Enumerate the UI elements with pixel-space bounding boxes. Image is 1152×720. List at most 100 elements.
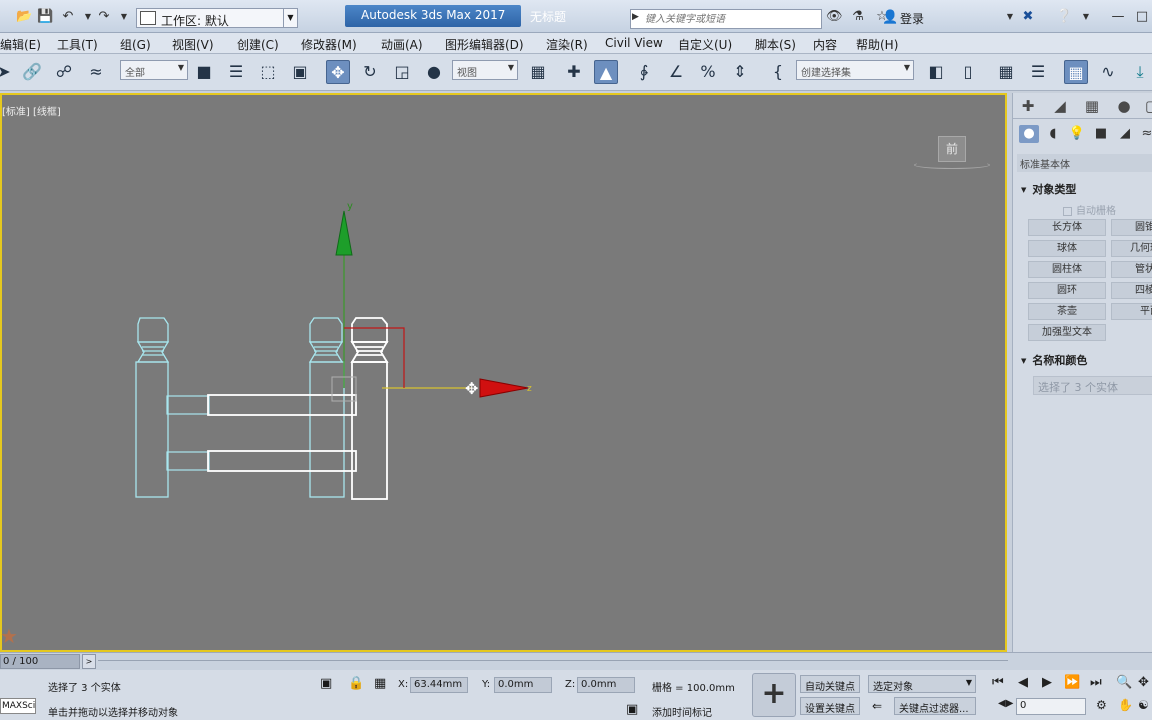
schematic-view-icon[interactable]: ⤓ [1128,60,1152,84]
undo-icon[interactable]: ↶ [60,9,76,25]
autogrid-checkbox[interactable]: 自动栅格 [1063,202,1116,217]
left-post[interactable] [135,317,170,498]
selection-lock-icon[interactable]: 🔒 [348,676,364,691]
front-viewport[interactable]: [标准] [线框] 前 y z ✥ [0,93,1007,652]
bind-space-warp-icon[interactable]: ≈ [84,60,108,84]
menu-scripting[interactable]: 脚本(S) [755,36,796,53]
lower-rail[interactable] [166,450,357,472]
move-gizmo[interactable]: y z ✥ [331,201,532,402]
select-manipulate-icon[interactable]: ✚ [562,60,586,84]
set-key-big-button[interactable]: + [752,673,796,717]
menu-edit[interactable]: 编辑(E) [0,36,41,53]
menu-civil-view[interactable]: Civil View [605,36,663,50]
geometry-category-icon[interactable]: ● [1019,125,1039,143]
plane-button[interactable]: 平面 [1111,303,1152,320]
modify-tab-icon[interactable]: ◢ [1049,96,1071,116]
rectangular-selection-icon[interactable]: ⬚ [256,60,280,84]
place-icon[interactable]: ● [422,60,446,84]
pan-view-icon[interactable]: ✋ [1118,698,1133,712]
primitive-type-dropdown[interactable]: 标准基本体 [1017,154,1152,172]
absolute-mode-icon[interactable]: ▦ [374,676,386,691]
upper-rail[interactable] [166,394,357,416]
redo-icon[interactable]: ↷ [96,9,112,25]
login-button[interactable]: 登录 [900,10,924,27]
edit-named-selection-icon[interactable]: { [766,60,790,84]
selected-objects-dropdown[interactable]: 选定对象 ▼ [868,675,976,693]
menu-group[interactable]: 组(G) [120,36,151,53]
pyramid-button[interactable]: 四棱锥 [1111,282,1152,299]
auto-key-button[interactable]: 自动关键点 [800,675,860,693]
login-dropdown-icon[interactable]: ▼ [1002,9,1018,25]
hierarchy-tab-icon[interactable]: ▦ [1081,96,1103,116]
create-tab-icon[interactable]: ✚ [1017,96,1039,116]
next-frame-icon[interactable]: ⏩ [1064,675,1080,690]
play-icon[interactable]: ▶ [1042,675,1052,690]
keyboard-shortcut-override-icon[interactable]: ▲ [594,60,618,84]
workspace-dropdown[interactable]: 工作区: 默认 ▼ [136,8,298,28]
unlink-icon[interactable]: ☍ [52,60,76,84]
curve-editor-icon[interactable]: ∿ [1096,60,1120,84]
menu-create[interactable]: 创建(C) [237,36,279,53]
space-warps-category-icon[interactable]: ≈ [1137,125,1152,143]
zoom-all-icon[interactable]: ✥ [1138,675,1149,690]
select-arrow-icon[interactable]: ➤ [0,60,16,84]
gizmo-plane-handle[interactable] [344,327,405,388]
community-icon[interactable]: ⚗ [850,9,866,25]
open-file-icon[interactable]: 📂 [16,9,32,25]
gizmo-y-arrow[interactable] [335,210,353,256]
tube-button[interactable]: 管状体 [1111,261,1152,278]
previous-frame-icon[interactable]: ◀ [1018,675,1028,690]
go-to-end-icon[interactable]: ⏭ [1090,675,1102,690]
toggle-ribbon-icon[interactable]: ▦ [1064,60,1088,84]
select-by-name-icon[interactable]: ☰ [224,60,248,84]
select-object-icon[interactable]: ■ [192,60,216,84]
current-frame-field[interactable]: 0 [1016,698,1086,715]
cone-button[interactable]: 圆锥体 [1111,219,1152,236]
lights-category-icon[interactable]: 💡 [1067,125,1087,143]
x-coordinate-field[interactable]: 63.44mm [410,677,468,693]
exchange-apps-icon[interactable]: ✖ [1020,9,1036,25]
pivot-center-icon[interactable]: ▦ [526,60,550,84]
y-coordinate-field[interactable]: 0.0mm [494,677,552,693]
search-box[interactable]: ▶ [630,9,822,29]
time-slider[interactable]: 0 / 100 [0,654,80,669]
save-icon[interactable]: 💾 [37,9,53,25]
select-and-rotate-icon[interactable]: ↻ [358,60,382,84]
object-type-rollout[interactable]: ▼ 对象类型 [1017,181,1152,197]
select-and-move-icon[interactable]: ✥ [326,60,350,84]
layer-explorer-icon[interactable]: ☰ [1026,60,1050,84]
menu-graph-editors[interactable]: 图形编辑器(D) [445,36,524,53]
geosphere-button[interactable]: 几何球体 [1111,240,1152,257]
window-crossing-icon[interactable]: ▣ [288,60,312,84]
reference-coordinate-dropdown[interactable]: 视图 ▼ [452,60,518,80]
maxscript-listener[interactable]: MAXSci [0,698,36,714]
named-selection-dropdown[interactable]: 创建选择集 ▼ [796,60,914,80]
box-button[interactable]: 长方体 [1028,219,1106,236]
help-dropdown-icon[interactable]: ▼ [1078,9,1094,25]
menu-help[interactable]: 帮助(H) [856,36,898,53]
shapes-category-icon[interactable]: ◖ [1043,125,1063,143]
zoom-icon[interactable]: 🔍 [1116,675,1132,690]
menu-views[interactable]: 视图(V) [172,36,214,53]
go-to-start-icon[interactable]: ⏮ [992,675,1004,690]
select-and-scale-icon[interactable]: ◲ [390,60,414,84]
align-icon[interactable]: ▯ [956,60,980,84]
cameras-category-icon[interactable]: ■ [1091,125,1111,143]
name-and-color-rollout[interactable]: ▼ 名称和颜色 [1017,352,1152,368]
help-icon[interactable]: ❔ [1056,9,1072,25]
menu-customize[interactable]: 自定义(U) [678,36,732,53]
set-key-button[interactable]: 设置关键点 [800,697,860,715]
selection-filter-dropdown[interactable]: 全部 ▼ [120,60,188,80]
menu-rendering[interactable]: 渲染(R) [546,36,588,53]
display-tab-icon[interactable]: ▢ [1141,96,1152,116]
key-mode-toggle-icon[interactable]: ◀▶ [998,698,1013,709]
helpers-category-icon[interactable]: ◢ [1115,125,1135,143]
scene-explorer-icon[interactable]: ▦ [994,60,1018,84]
search-expand-icon[interactable]: ▶ [632,12,639,22]
percent-snap-icon[interactable]: % [696,60,720,84]
mirror-icon[interactable]: ◧ [924,60,948,84]
key-mode-icon[interactable]: ⇐ [872,699,882,713]
redo-dropdown-icon[interactable]: ▼ [116,9,132,25]
orbit-icon[interactable]: ☯ [1138,698,1149,712]
right-post-selected[interactable] [350,317,389,500]
